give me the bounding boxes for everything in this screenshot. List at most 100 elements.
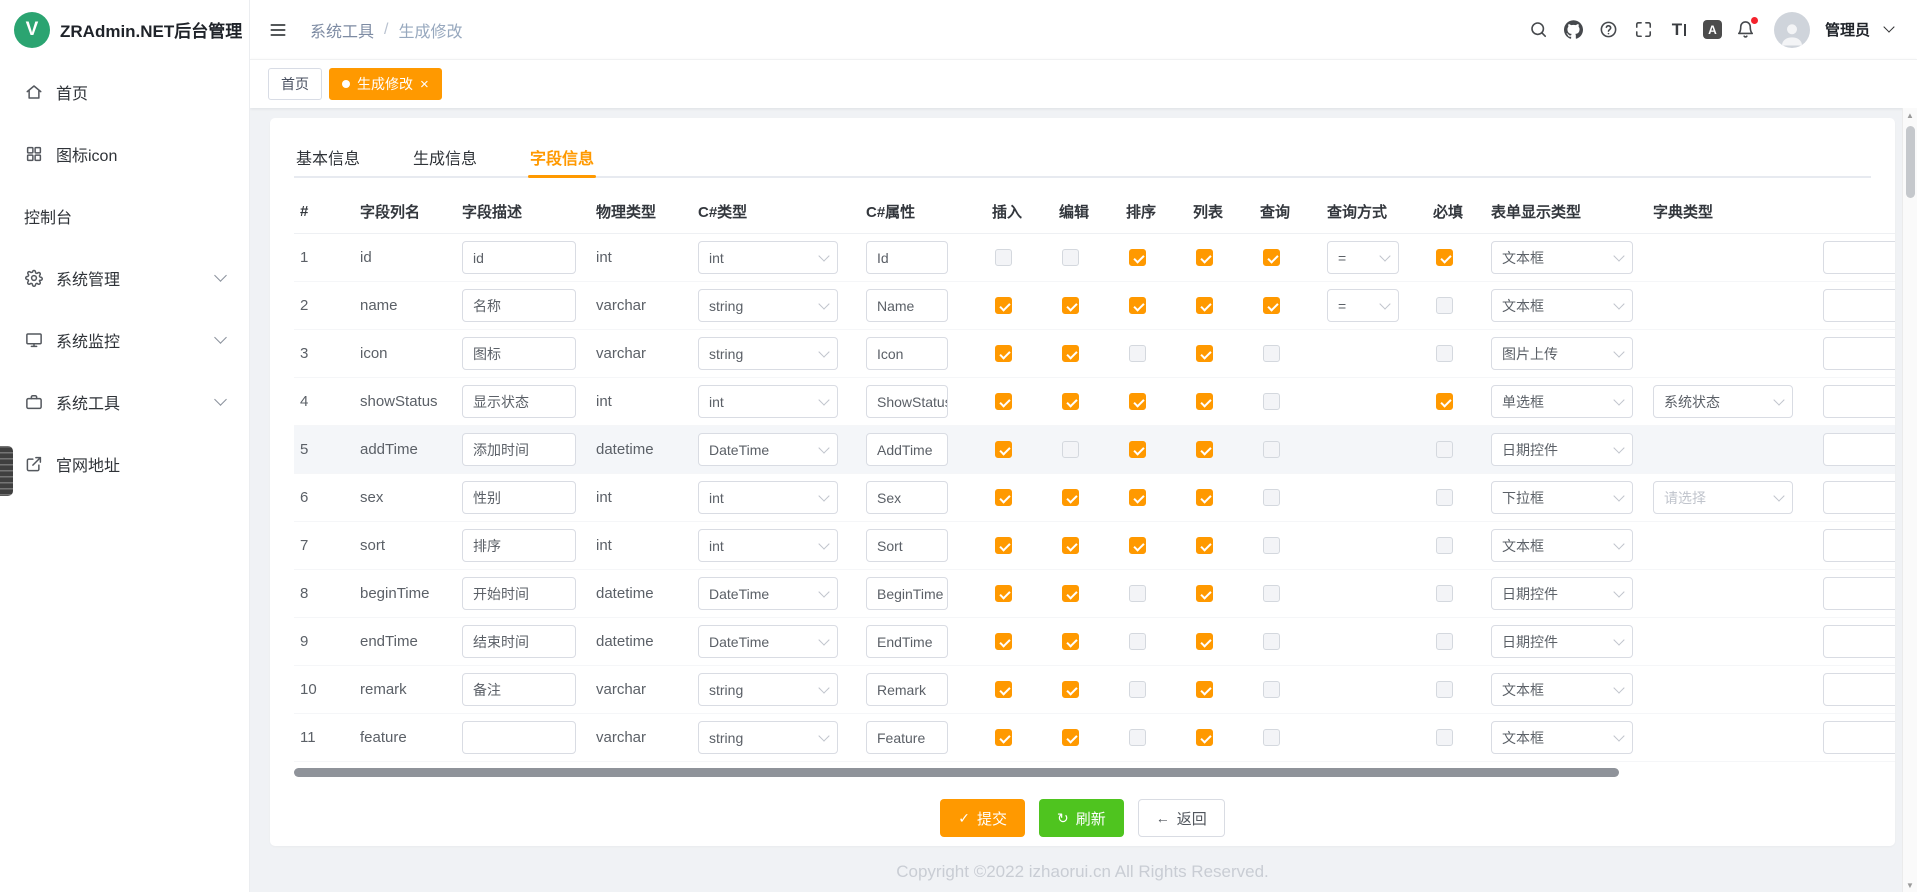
cs-prop-input[interactable]: Id (866, 241, 948, 274)
refresh-button[interactable]: ↻ 刷新 (1039, 799, 1124, 837)
sort-checkbox[interactable] (1129, 585, 1146, 602)
tab-basic-info[interactable]: 基本信息 (294, 138, 362, 176)
query-checkbox[interactable] (1263, 681, 1280, 698)
cs-type-select[interactable]: string (698, 289, 838, 322)
edit-checkbox[interactable] (1062, 681, 1079, 698)
fullscreen-icon[interactable] (1633, 19, 1655, 41)
insert-checkbox[interactable] (995, 633, 1012, 650)
sort-checkbox[interactable] (1129, 441, 1146, 458)
required-checkbox[interactable] (1436, 729, 1453, 746)
vertical-scrollbar-thumb[interactable] (1906, 126, 1915, 198)
required-checkbox[interactable] (1436, 393, 1453, 410)
query-checkbox[interactable] (1263, 393, 1280, 410)
display-type-select[interactable]: 日期控件 (1491, 577, 1633, 610)
chevron-down-icon[interactable] (1883, 21, 1894, 32)
cs-prop-input[interactable]: BeginTime (866, 577, 948, 610)
list-checkbox[interactable] (1196, 297, 1213, 314)
cs-type-select[interactable]: int (698, 241, 838, 274)
cs-type-select[interactable]: string (698, 721, 838, 754)
required-checkbox[interactable] (1436, 249, 1453, 266)
query-checkbox[interactable] (1263, 729, 1280, 746)
query-checkbox[interactable] (1263, 633, 1280, 650)
cs-prop-input[interactable]: Name (866, 289, 948, 322)
list-checkbox[interactable] (1196, 681, 1213, 698)
list-checkbox[interactable] (1196, 585, 1213, 602)
field-desc-input[interactable]: 结束时间 (462, 625, 576, 658)
display-type-select[interactable]: 文本框 (1491, 241, 1633, 274)
bell-icon[interactable] (1735, 19, 1757, 41)
dict-type-select[interactable]: 系统状态 (1653, 385, 1793, 418)
list-checkbox[interactable] (1196, 249, 1213, 266)
sidebar-item-website[interactable]: 官网地址 (0, 433, 249, 495)
tab-field-info[interactable]: 字段信息 (528, 138, 596, 176)
edit-checkbox[interactable] (1062, 345, 1079, 362)
list-checkbox[interactable] (1196, 441, 1213, 458)
insert-checkbox[interactable] (995, 393, 1012, 410)
insert-checkbox[interactable] (995, 681, 1012, 698)
field-desc-input[interactable]: 添加时间 (462, 433, 576, 466)
display-type-select[interactable]: 文本框 (1491, 529, 1633, 562)
edit-checkbox[interactable] (1062, 489, 1079, 506)
cs-prop-input[interactable]: AddTime (866, 433, 948, 466)
sort-checkbox[interactable] (1129, 393, 1146, 410)
query-checkbox[interactable] (1263, 297, 1280, 314)
required-checkbox[interactable] (1436, 537, 1453, 554)
scroll-up-arrow-icon[interactable] (1903, 108, 1917, 122)
required-checkbox[interactable] (1436, 441, 1453, 458)
sort-checkbox[interactable] (1129, 249, 1146, 266)
cs-type-select[interactable]: DateTime (698, 433, 838, 466)
sort-checkbox[interactable] (1129, 633, 1146, 650)
query-mode-select[interactable]: = (1327, 289, 1399, 322)
cs-prop-input[interactable]: Feature (866, 721, 948, 754)
field-desc-input[interactable]: 名称 (462, 289, 576, 322)
dict-type-select[interactable]: 请选择 (1653, 481, 1793, 514)
field-desc-input[interactable] (462, 721, 576, 754)
cs-prop-input[interactable]: Remark (866, 673, 948, 706)
extra-input[interactable] (1823, 625, 1895, 658)
query-mode-select[interactable]: = (1327, 241, 1399, 274)
edit-checkbox[interactable] (1062, 441, 1079, 458)
vertical-scrollbar[interactable] (1902, 108, 1917, 892)
field-desc-input[interactable]: 开始时间 (462, 577, 576, 610)
extra-input[interactable] (1823, 241, 1895, 274)
display-type-select[interactable]: 文本框 (1491, 721, 1633, 754)
edit-checkbox[interactable] (1062, 585, 1079, 602)
field-desc-input[interactable]: 备注 (462, 673, 576, 706)
cs-type-select[interactable]: int (698, 385, 838, 418)
back-button[interactable]: ← 返回 (1138, 799, 1225, 837)
sidebar-item-system-admin[interactable]: 系统管理 (0, 247, 249, 309)
cs-type-select[interactable]: string (698, 673, 838, 706)
required-checkbox[interactable] (1436, 585, 1453, 602)
edit-checkbox[interactable] (1062, 297, 1079, 314)
avatar[interactable] (1774, 12, 1810, 48)
tab-generate-info[interactable]: 生成信息 (411, 138, 479, 176)
submit-button[interactable]: ✓ 提交 (940, 799, 1025, 837)
cs-prop-input[interactable]: ShowStatus (866, 385, 948, 418)
insert-checkbox[interactable] (995, 345, 1012, 362)
sidebar-item-system-monitor[interactable]: 系统监控 (0, 309, 249, 371)
insert-checkbox[interactable] (995, 729, 1012, 746)
tag-home[interactable]: 首页 (268, 68, 322, 100)
edit-checkbox[interactable] (1062, 249, 1079, 266)
extra-input[interactable] (1823, 673, 1895, 706)
query-checkbox[interactable] (1263, 249, 1280, 266)
extra-input[interactable] (1823, 721, 1895, 754)
search-icon[interactable] (1528, 19, 1550, 41)
cs-type-select[interactable]: int (698, 529, 838, 562)
edit-checkbox[interactable] (1062, 633, 1079, 650)
list-checkbox[interactable] (1196, 345, 1213, 362)
list-checkbox[interactable] (1196, 729, 1213, 746)
scroll-down-arrow-icon[interactable] (1903, 878, 1917, 892)
query-checkbox[interactable] (1263, 537, 1280, 554)
cs-type-select[interactable]: DateTime (698, 625, 838, 658)
insert-checkbox[interactable] (995, 537, 1012, 554)
sort-checkbox[interactable] (1129, 537, 1146, 554)
field-desc-input[interactable]: id (462, 241, 576, 274)
list-checkbox[interactable] (1196, 537, 1213, 554)
insert-checkbox[interactable] (995, 249, 1012, 266)
cs-prop-input[interactable]: EndTime (866, 625, 948, 658)
extra-input[interactable] (1823, 529, 1895, 562)
display-type-select[interactable]: 下拉框 (1491, 481, 1633, 514)
cs-type-select[interactable]: DateTime (698, 577, 838, 610)
extra-input[interactable] (1823, 337, 1895, 370)
